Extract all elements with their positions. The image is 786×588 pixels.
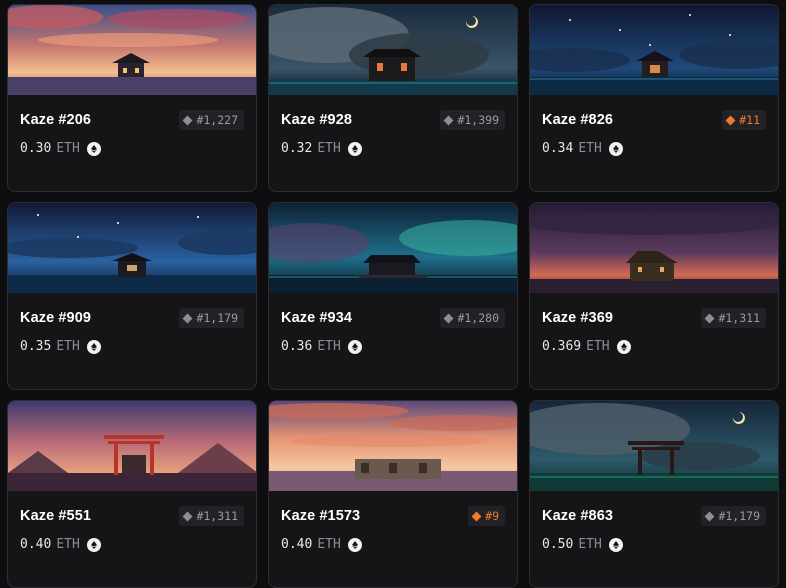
nft-thumbnail[interactable] bbox=[269, 203, 517, 293]
nft-card[interactable]: Kaze #551 #1,311 0.40 ETH bbox=[7, 400, 257, 588]
eth-coin-icon bbox=[347, 339, 362, 354]
nft-thumbnail[interactable] bbox=[269, 401, 517, 491]
price-row: 0.40 ETH bbox=[281, 537, 505, 552]
nft-name: Kaze #206 bbox=[20, 112, 92, 128]
diamond-icon bbox=[725, 115, 736, 125]
nft-name: Kaze #826 bbox=[542, 112, 614, 128]
nft-thumbnail[interactable] bbox=[269, 5, 517, 95]
price-value: 0.34 bbox=[542, 141, 574, 156]
price-row: 0.30 ETH bbox=[20, 141, 244, 156]
nft-card[interactable]: Kaze #909 #1,179 0.35 ETH bbox=[7, 202, 257, 390]
nft-card[interactable]: Kaze #928 #1,399 0.32 ETH bbox=[268, 4, 518, 192]
nft-name: Kaze #934 bbox=[281, 310, 353, 326]
price-row: 0.32 ETH bbox=[281, 141, 505, 156]
diamond-icon bbox=[183, 313, 193, 323]
diamond-icon bbox=[444, 115, 454, 125]
diamond-icon bbox=[471, 511, 482, 521]
price-value: 0.369 bbox=[542, 339, 582, 354]
nft-thumbnail[interactable] bbox=[8, 401, 256, 491]
eth-coin-icon bbox=[347, 141, 362, 156]
nft-card[interactable]: Kaze #369 #1,311 0.369 ETH bbox=[529, 202, 779, 390]
diamond-icon bbox=[183, 115, 193, 125]
diamond-icon bbox=[705, 511, 715, 521]
eth-coin-icon bbox=[608, 141, 623, 156]
rank-value: #1,311 bbox=[196, 509, 238, 523]
rank-value: #1,399 bbox=[457, 113, 499, 127]
nft-name: Kaze #909 bbox=[20, 310, 92, 326]
nft-card[interactable]: Kaze #1573 #9 0.40 ETH bbox=[268, 400, 518, 588]
currency-label: ETH bbox=[56, 537, 80, 552]
eth-coin-icon bbox=[347, 537, 362, 552]
eth-coin-icon bbox=[86, 141, 101, 156]
currency-label: ETH bbox=[317, 141, 341, 156]
rarity-rank-badge: #1,227 bbox=[179, 110, 244, 130]
diamond-icon bbox=[705, 313, 715, 323]
currency-label: ETH bbox=[317, 339, 341, 354]
currency-label: ETH bbox=[56, 141, 80, 156]
nft-thumbnail[interactable] bbox=[530, 203, 778, 293]
nft-card[interactable]: Kaze #863 #1,179 0.50 ETH bbox=[529, 400, 779, 588]
rank-value: #1,227 bbox=[196, 113, 238, 127]
rarity-rank-badge: #11 bbox=[722, 110, 766, 130]
price-row: 0.40 ETH bbox=[20, 537, 244, 552]
diamond-icon bbox=[444, 313, 454, 323]
nft-card[interactable]: Kaze #206 #1,227 0.30 ETH bbox=[7, 4, 257, 192]
nft-card[interactable]: Kaze #826 #11 0.34 ETH bbox=[529, 4, 779, 192]
price-row: 0.369 ETH bbox=[542, 339, 766, 354]
price-row: 0.36 ETH bbox=[281, 339, 505, 354]
nft-name: Kaze #369 bbox=[542, 310, 614, 326]
price-row: 0.35 ETH bbox=[20, 339, 244, 354]
price-value: 0.36 bbox=[281, 339, 313, 354]
eth-coin-icon bbox=[86, 537, 101, 552]
nft-thumbnail[interactable] bbox=[530, 401, 778, 491]
currency-label: ETH bbox=[586, 339, 610, 354]
currency-label: ETH bbox=[578, 141, 602, 156]
rarity-rank-badge: #1,179 bbox=[179, 308, 244, 328]
currency-label: ETH bbox=[56, 339, 80, 354]
currency-label: ETH bbox=[317, 537, 341, 552]
price-value: 0.50 bbox=[542, 537, 574, 552]
nft-name: Kaze #551 bbox=[20, 508, 92, 524]
price-value: 0.40 bbox=[20, 537, 52, 552]
rarity-rank-badge: #1,311 bbox=[701, 308, 766, 328]
nft-thumbnail[interactable] bbox=[530, 5, 778, 95]
rarity-rank-badge: #9 bbox=[468, 506, 505, 526]
diamond-icon bbox=[183, 511, 193, 521]
price-row: 0.34 ETH bbox=[542, 141, 766, 156]
rarity-rank-badge: #1,280 bbox=[440, 308, 505, 328]
nft-name: Kaze #928 bbox=[281, 112, 353, 128]
eth-coin-icon bbox=[616, 339, 631, 354]
nft-card[interactable]: Kaze #934 #1,280 0.36 ETH bbox=[268, 202, 518, 390]
nft-grid: Kaze #206 #1,227 0.30 ETH Kaze #928 #1,3… bbox=[7, 4, 779, 588]
price-row: 0.50 ETH bbox=[542, 537, 766, 552]
nft-name: Kaze #863 bbox=[542, 508, 614, 524]
price-value: 0.40 bbox=[281, 537, 313, 552]
nft-thumbnail[interactable] bbox=[8, 203, 256, 293]
rank-value: #1,179 bbox=[196, 311, 238, 325]
rarity-rank-badge: #1,179 bbox=[701, 506, 766, 526]
rank-value: #1,311 bbox=[718, 311, 760, 325]
rank-value: #1,280 bbox=[457, 311, 499, 325]
rank-value: #1,179 bbox=[718, 509, 760, 523]
rarity-rank-badge: #1,311 bbox=[179, 506, 244, 526]
price-value: 0.32 bbox=[281, 141, 313, 156]
rank-value: #11 bbox=[739, 113, 760, 127]
eth-coin-icon bbox=[86, 339, 101, 354]
price-value: 0.30 bbox=[20, 141, 52, 156]
nft-thumbnail[interactable] bbox=[8, 5, 256, 95]
nft-name: Kaze #1573 bbox=[281, 508, 361, 524]
rarity-rank-badge: #1,399 bbox=[440, 110, 505, 130]
currency-label: ETH bbox=[578, 537, 602, 552]
price-value: 0.35 bbox=[20, 339, 52, 354]
eth-coin-icon bbox=[608, 537, 623, 552]
rank-value: #9 bbox=[485, 509, 499, 523]
